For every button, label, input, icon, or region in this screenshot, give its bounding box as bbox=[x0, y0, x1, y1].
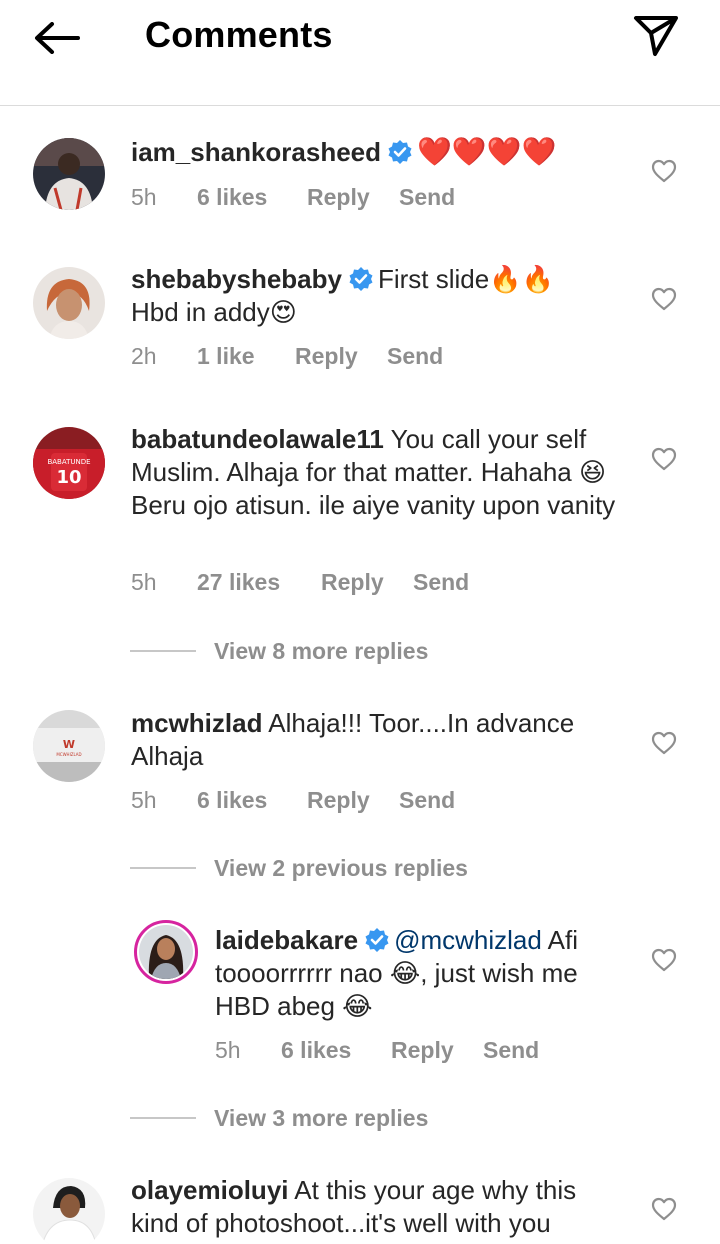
view-more-replies-label: View 8 more replies bbox=[214, 637, 429, 664]
heart-icon[interactable] bbox=[651, 731, 677, 755]
send-button[interactable]: Send bbox=[483, 1037, 539, 1064]
likes-count[interactable]: 6 likes bbox=[281, 1037, 351, 1064]
comment-time: 5h bbox=[131, 184, 157, 210]
top-bar: Comments bbox=[0, 0, 720, 106]
comment-body: mcwhizlad Alhaja!!! Toor....In advance A… bbox=[131, 707, 621, 773]
paper-plane-icon bbox=[634, 16, 678, 56]
comment-body: babatundeolawale11 You call your self Mu… bbox=[131, 423, 621, 522]
comment-time: 5h bbox=[131, 787, 157, 813]
likes-count[interactable]: 27 likes bbox=[197, 569, 280, 596]
likes-count[interactable]: 6 likes bbox=[197, 184, 267, 211]
reply-avatar[interactable] bbox=[134, 920, 198, 984]
comment-username[interactable]: mcwhizlad bbox=[131, 708, 262, 738]
avatar[interactable]: BABATUNDE 10 bbox=[33, 427, 105, 499]
comment-text: First slide🔥🔥 bbox=[377, 264, 554, 294]
svg-text:W: W bbox=[63, 738, 75, 751]
view-previous-replies-label: View 2 previous replies bbox=[214, 854, 468, 881]
avatar[interactable] bbox=[33, 267, 105, 339]
likes-count[interactable]: 1 like bbox=[197, 343, 255, 370]
verified-badge-icon bbox=[349, 267, 373, 291]
svg-text:BABATUNDE: BABATUNDE bbox=[47, 458, 90, 466]
reply-body: laidebakare @mcwhizlad Afi toooorrrrrr na… bbox=[215, 924, 615, 1023]
heart-icon[interactable] bbox=[651, 159, 677, 183]
reply-username[interactable]: laidebakare bbox=[215, 925, 358, 955]
comment-username[interactable]: iam_shankorasheed bbox=[131, 137, 381, 167]
share-button[interactable] bbox=[630, 10, 682, 62]
verified-badge-icon bbox=[388, 140, 412, 164]
likes-count[interactable]: 6 likes bbox=[197, 787, 267, 814]
comment-body: iam_shankorasheed ❤️❤️❤️❤️ bbox=[131, 135, 631, 169]
svg-text:10: 10 bbox=[56, 467, 81, 488]
avatar[interactable] bbox=[33, 138, 105, 210]
heart-icon[interactable] bbox=[651, 447, 677, 471]
svg-text:MCWHIZLAD: MCWHIZLAD bbox=[56, 752, 81, 757]
comment-text: ❤️❤️❤️❤️ bbox=[417, 136, 557, 167]
send-button[interactable]: Send bbox=[413, 569, 469, 596]
reply-mention[interactable]: @mcwhizlad bbox=[394, 925, 542, 955]
reply-button[interactable]: Reply bbox=[307, 787, 370, 814]
comment-username[interactable]: olayemioluyi bbox=[131, 1175, 289, 1205]
reply-time: 5h bbox=[215, 1037, 241, 1063]
page-title: Comments bbox=[145, 14, 333, 55]
view-more-replies[interactable]: View 8 more replies bbox=[130, 636, 428, 666]
avatar[interactable]: W MCWHIZLAD bbox=[33, 710, 105, 782]
arrow-left-icon bbox=[35, 22, 80, 54]
send-button[interactable]: Send bbox=[399, 787, 455, 814]
comment-body: shebabyshebaby First slide🔥🔥 Hbd in addy😍 bbox=[131, 263, 631, 329]
heart-icon[interactable] bbox=[651, 948, 677, 972]
comment-text-line2: Hbd in addy😍 bbox=[131, 297, 297, 327]
thread-line bbox=[130, 650, 196, 652]
reply-button[interactable]: Reply bbox=[321, 569, 384, 596]
reply-button[interactable]: Reply bbox=[307, 184, 370, 211]
heart-icon[interactable] bbox=[651, 1197, 677, 1221]
comment-username[interactable]: babatundeolawale11 bbox=[131, 424, 384, 454]
comment-time: 2h bbox=[131, 343, 157, 369]
comment-body: olayemioluyi At this your age why this k… bbox=[131, 1174, 621, 1240]
reply-button[interactable]: Reply bbox=[391, 1037, 454, 1064]
comment-username[interactable]: shebabyshebaby bbox=[131, 264, 342, 294]
back-button[interactable] bbox=[28, 14, 84, 62]
send-button[interactable]: Send bbox=[399, 184, 455, 211]
thread-line bbox=[130, 1117, 196, 1119]
view-more-replies[interactable]: View 3 more replies bbox=[130, 1103, 428, 1133]
thread-line bbox=[130, 867, 196, 869]
comment-time: 5h bbox=[131, 569, 157, 595]
heart-icon[interactable] bbox=[651, 287, 677, 311]
verified-badge-icon bbox=[365, 928, 389, 952]
reply-button[interactable]: Reply bbox=[295, 343, 358, 370]
send-button[interactable]: Send bbox=[387, 343, 443, 370]
avatar[interactable] bbox=[33, 1178, 105, 1244]
view-previous-replies[interactable]: View 2 previous replies bbox=[130, 853, 468, 883]
view-more-replies-label: View 3 more replies bbox=[214, 1104, 429, 1131]
